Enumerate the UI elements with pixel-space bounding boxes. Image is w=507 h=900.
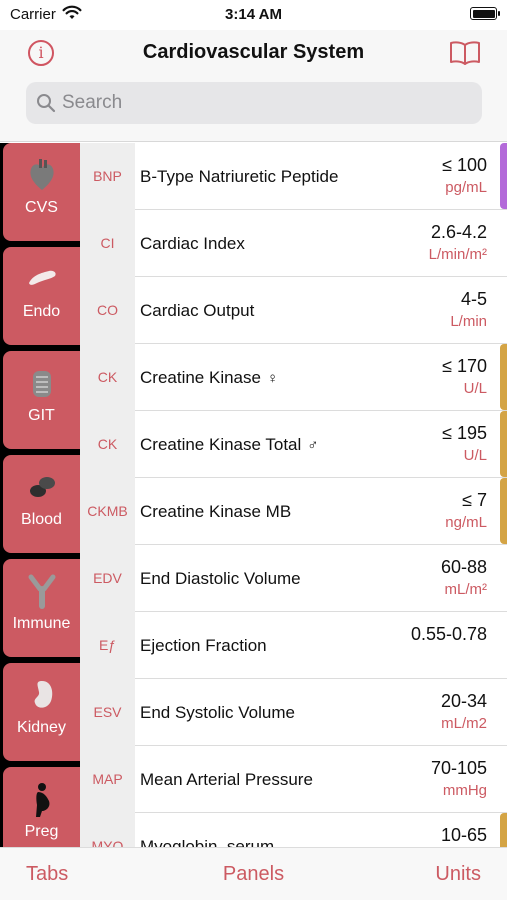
tab-immune[interactable]: Immune [3, 559, 80, 657]
panels-button[interactable]: Panels [0, 863, 507, 886]
navigation-bar: i Cardiovascular System [0, 30, 507, 142]
row-name: End Systolic Volume [140, 703, 295, 722]
list-item[interactable]: MAP Mean Arterial Pressure 70-105 mmHg [80, 746, 507, 813]
units-button[interactable]: Units [435, 863, 481, 886]
row-value: ≤ 7 [462, 490, 487, 510]
book-icon[interactable] [449, 40, 481, 66]
list-item[interactable]: CKMB Creatine Kinase MB ≤ 7 ng/mL [80, 478, 507, 545]
tab-label: GIT [28, 407, 55, 424]
row-name: End Diastolic Volume [140, 569, 301, 588]
row-abbreviation: CKMB [87, 503, 128, 519]
tab-label: Blood [21, 511, 62, 528]
row-value: ≤ 170 [442, 356, 487, 376]
tab-label: CVS [25, 199, 58, 216]
row-name: Mean Arterial Pressure [140, 770, 313, 789]
row-abbreviation: Eƒ [98, 637, 117, 653]
row-unit: L/min [450, 313, 487, 330]
row-abbreviation: MYO [91, 838, 124, 847]
bottom-toolbar: Tabs Panels Units [0, 847, 507, 900]
tab-label: Preg [24, 823, 59, 840]
intestine-icon [33, 371, 51, 397]
tab-git[interactable]: GIT [3, 351, 80, 449]
search-bar[interactable] [26, 82, 482, 124]
row-name: Ejection Fraction [140, 636, 267, 655]
row-name: B-Type Natriuretic Peptide [140, 167, 339, 186]
row-value: ≤ 195 [442, 423, 487, 443]
row-unit: U/L [463, 447, 487, 464]
tab-label: Immune [12, 615, 71, 632]
lab-values-list[interactable]: BNP B-Type Natriuretic Peptide ≤ 100 pg/… [80, 143, 507, 847]
list-item[interactable]: CK Creatine Kinase ♀ ≤ 170 U/L [80, 344, 507, 411]
antibody-icon [28, 574, 56, 609]
page-title: Cardiovascular System [142, 41, 365, 63]
row-name: Creatine Kinase Total ♂ [140, 435, 319, 454]
row-value: 4-5 [460, 289, 487, 309]
row-unit: ng/mL [445, 514, 487, 531]
list-item[interactable]: MYO Myoglobin, serum 10-65 [80, 813, 507, 847]
tab-preg[interactable]: Preg [3, 767, 80, 847]
row-value: 60-88 [440, 557, 487, 577]
row-abbreviation: MAP [92, 771, 123, 787]
row-value: 0.55-0.78 [410, 624, 487, 644]
row-name: Creatine Kinase ♀ [140, 368, 279, 387]
row-abbreviation: BNP [93, 168, 122, 184]
row-name: Myoglobin, serum [140, 837, 275, 847]
tab-label: Kidney [17, 719, 66, 736]
list-item[interactable]: CK Creatine Kinase Total ♂ ≤ 195 U/L [80, 411, 507, 478]
system-tab-strip: CVS Endo GIT Blood Immune Kidney Preg [0, 143, 80, 847]
row-name: Cardiac Output [140, 301, 255, 320]
tab-endo[interactable]: Endo [3, 247, 80, 345]
row-unit: mL/m2 [441, 715, 487, 732]
row-value: ≤ 100 [442, 155, 487, 175]
row-unit: U/L [463, 380, 487, 397]
tab-kidney[interactable]: Kidney [3, 663, 80, 761]
battery-icon [470, 7, 500, 20]
heart-icon [30, 159, 54, 190]
list-item[interactable]: EDV End Diastolic Volume 60-88 mL/m² [80, 545, 507, 612]
row-abbreviation: EDV [93, 570, 122, 586]
female-icon: ♀ [266, 370, 279, 387]
row-value: 10-65 [440, 825, 487, 845]
row-name: Cardiac Index [140, 234, 245, 253]
row-abbreviation: CI [100, 235, 115, 251]
row-abbreviation: CK [97, 436, 118, 452]
row-abbreviation: CO [97, 302, 118, 318]
category-marker [500, 344, 507, 410]
tab-cvs[interactable]: CVS [3, 143, 80, 241]
list-item[interactable]: BNP B-Type Natriuretic Peptide ≤ 100 pg/… [80, 143, 507, 210]
row-value: 70-105 [430, 758, 487, 778]
list-item[interactable]: CI Cardiac Index 2.6-4.2 L/min/m² [80, 210, 507, 277]
clock: 3:14 AM [225, 6, 282, 23]
male-icon: ♂ [307, 437, 319, 454]
category-marker [500, 813, 507, 847]
row-unit: pg/mL [445, 179, 487, 196]
status-bar: Carrier 3:14 AM [0, 0, 507, 30]
row-abbreviation: CK [97, 369, 118, 385]
blood-icon [30, 477, 55, 497]
tab-label: Endo [22, 303, 61, 320]
category-marker [500, 478, 507, 544]
pancreas-icon [29, 270, 56, 285]
search-icon [37, 94, 56, 113]
row-value: 20-34 [440, 691, 487, 711]
row-value: 2.6-4.2 [430, 222, 487, 242]
row-unit: L/min/m² [428, 246, 487, 263]
row-abbreviation: ESV [93, 704, 122, 720]
list-item[interactable]: CO Cardiac Output 4-5 L/min [80, 277, 507, 344]
row-unit: mmHg [442, 782, 487, 799]
row-name: Creatine Kinase MB [140, 502, 292, 521]
category-marker [500, 143, 507, 209]
list-item[interactable]: Eƒ Ejection Fraction 0.55-0.78 [80, 612, 507, 679]
kidney-icon [34, 681, 53, 708]
row-unit: mL/m² [444, 581, 488, 598]
category-marker [500, 411, 507, 477]
list-item[interactable]: ESV End Systolic Volume 20-34 mL/m2 [80, 679, 507, 746]
pregnancy-icon [36, 783, 50, 817]
tab-blood[interactable]: Blood [3, 455, 80, 553]
search-input[interactable] [62, 82, 472, 124]
